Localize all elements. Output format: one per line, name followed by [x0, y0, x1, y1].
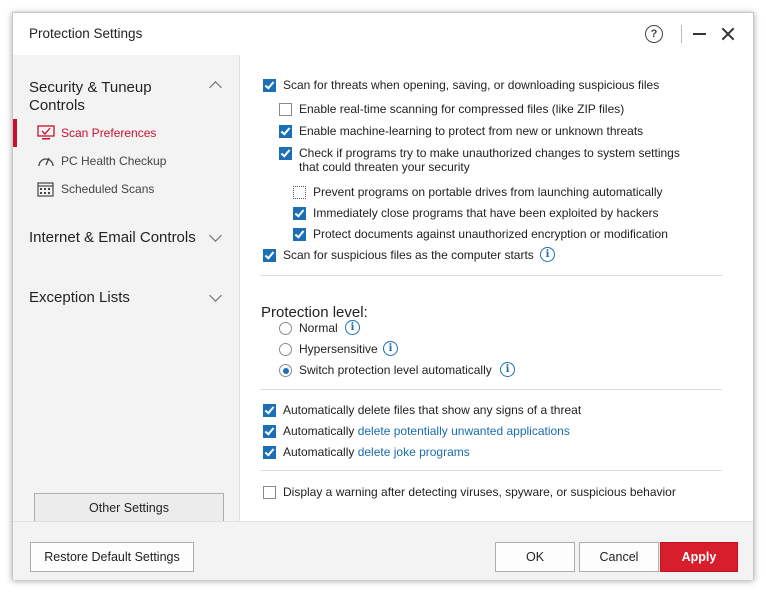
footer: Restore Default Settings OK Cancel Apply [13, 521, 753, 580]
close-icon[interactable] [719, 25, 737, 43]
monitor-scan-icon [37, 125, 55, 140]
sidebar-item-label: Scan Preferences [61, 126, 157, 140]
delete-joke-link[interactable]: delete joke programs [358, 445, 470, 459]
radio-button[interactable] [279, 322, 292, 335]
sidebar-section-label: Internet & Email Controls [29, 229, 196, 246]
checkbox[interactable] [263, 404, 276, 417]
info-icon[interactable]: i [500, 362, 515, 377]
sidebar-section-label: Exception Lists [29, 289, 130, 306]
help-icon[interactable]: ? [645, 25, 663, 43]
sidebar-section-security[interactable]: Security & Tuneup Controls [29, 79, 199, 115]
divider [260, 275, 722, 276]
checkbox[interactable] [263, 249, 276, 262]
checkbox[interactable] [279, 103, 292, 116]
ok-button[interactable]: OK [495, 542, 575, 572]
titlebar-divider [681, 25, 682, 43]
checkbox[interactable] [293, 207, 306, 220]
restore-defaults-button[interactable]: Restore Default Settings [30, 542, 194, 572]
sidebar-section-label: Security & Tuneup Controls [29, 79, 152, 114]
scan-preferences-panel: Scan for threats when opening, saving, o… [240, 55, 753, 521]
sidebar-item-label: PC Health Checkup [61, 154, 167, 168]
checkbox[interactable] [293, 228, 306, 241]
divider [260, 470, 722, 471]
other-settings-button[interactable]: Other Settings [34, 493, 224, 523]
minimize-icon[interactable] [693, 33, 706, 35]
info-icon[interactable]: i [345, 320, 360, 335]
apply-button[interactable]: Apply [660, 542, 738, 572]
checkbox[interactable] [279, 147, 292, 160]
protection-level-heading: Protection level: [261, 304, 368, 321]
chevron-down-icon[interactable] [209, 289, 222, 302]
sidebar-section-internet-email[interactable]: Internet & Email Controls [29, 229, 199, 247]
sidebar: Security & Tuneup Controls Scan Preferen… [13, 55, 240, 523]
checkbox[interactable] [263, 446, 276, 459]
info-icon[interactable]: i [383, 341, 398, 356]
info-icon[interactable]: i [540, 247, 555, 262]
checkbox[interactable] [263, 425, 276, 438]
checkbox[interactable] [263, 79, 276, 92]
sidebar-item-label: Scheduled Scans [61, 182, 155, 196]
chevron-down-icon[interactable] [209, 229, 222, 242]
checkbox[interactable] [263, 486, 276, 499]
calendar-icon [37, 182, 54, 197]
divider [260, 389, 722, 390]
checkbox[interactable] [279, 125, 292, 138]
delete-pua-link[interactable]: delete potentially unwanted applications [358, 424, 570, 438]
window-title: Protection Settings [29, 26, 143, 41]
sidebar-section-exception-lists[interactable]: Exception Lists [29, 289, 199, 307]
chevron-up-icon[interactable] [209, 81, 222, 94]
active-indicator [13, 119, 17, 147]
protection-settings-window: Protection Settings ? Security & Tuneup … [12, 12, 754, 580]
gauge-icon [38, 157, 54, 167]
title-bar: Protection Settings ? [13, 13, 753, 55]
cancel-button[interactable]: Cancel [579, 542, 659, 572]
checkbox[interactable] [293, 186, 306, 199]
radio-button[interactable] [279, 343, 292, 356]
radio-button[interactable] [279, 364, 292, 377]
